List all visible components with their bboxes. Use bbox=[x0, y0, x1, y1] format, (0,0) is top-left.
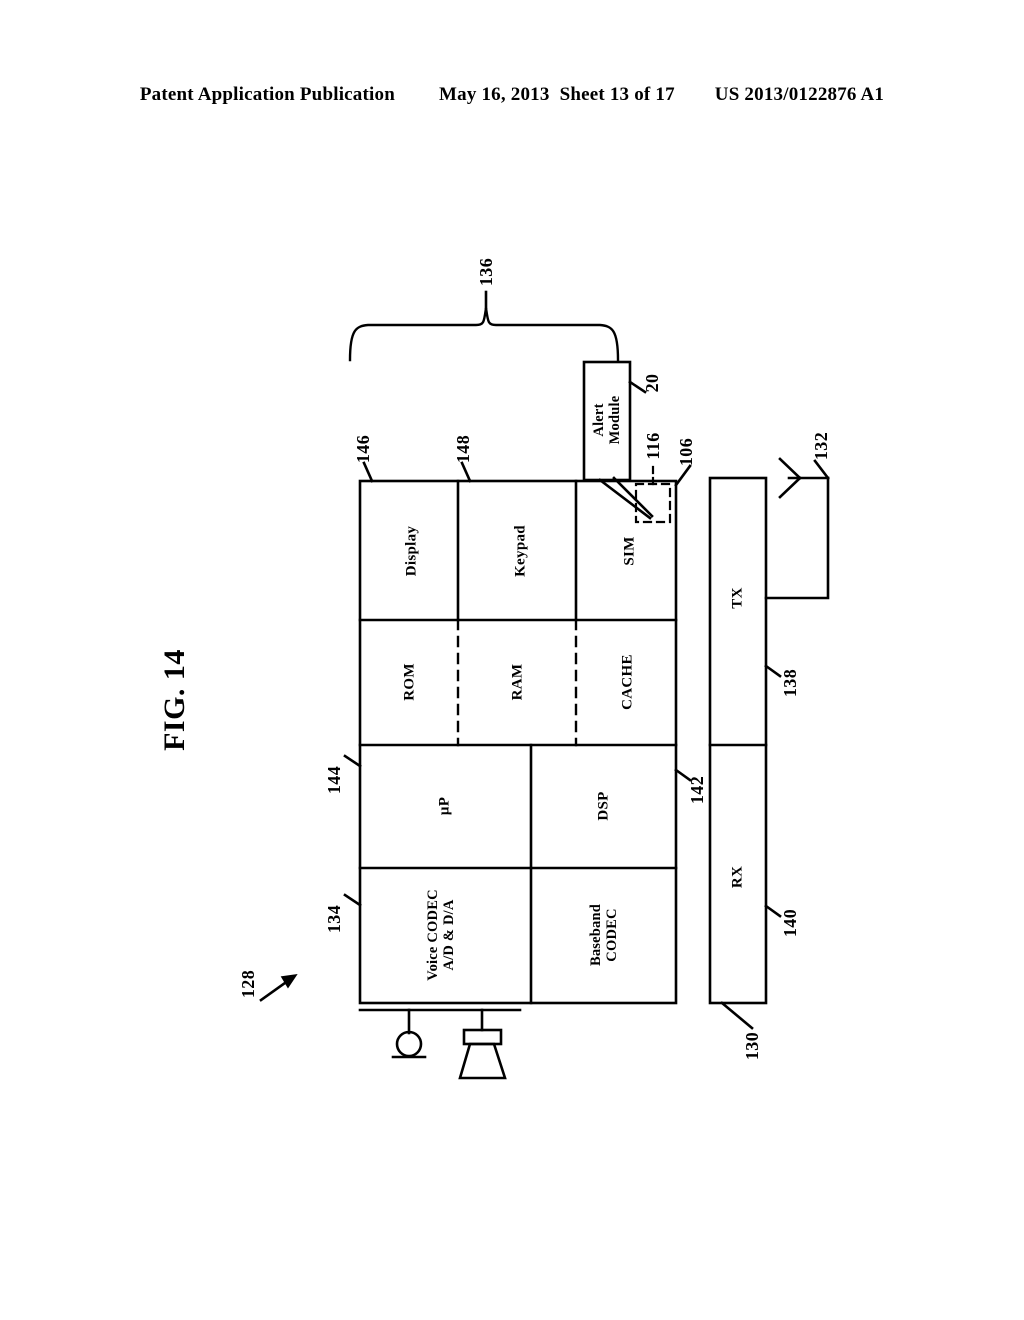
speaker-icon bbox=[458, 1008, 507, 1080]
ref-128-arrow bbox=[259, 973, 298, 1002]
block-label-voice-codec: Voice CODEC A/D & D/A bbox=[424, 889, 457, 981]
block-label-baseband-codec: Baseband CODEC bbox=[587, 903, 620, 967]
antenna-icon bbox=[778, 457, 830, 499]
leader-138 bbox=[764, 664, 782, 678]
radio-label-tx: TX bbox=[729, 587, 746, 609]
leader-148 bbox=[460, 461, 472, 483]
block-label-dsp: DSP bbox=[595, 791, 612, 821]
block-label-cache: CACHE bbox=[619, 654, 636, 710]
microphone-icon bbox=[391, 1008, 427, 1059]
ref-148: 148 bbox=[452, 434, 473, 464]
block-label-ram: RAM bbox=[509, 663, 526, 701]
alert-module-label: Alert Module bbox=[590, 395, 623, 445]
leader-144 bbox=[343, 754, 362, 768]
alert-module-pointer bbox=[598, 476, 654, 520]
bracket-136 bbox=[348, 307, 620, 362]
ref-20: 20 bbox=[641, 373, 662, 393]
ref-106: 106 bbox=[675, 437, 696, 467]
leader-134 bbox=[343, 893, 362, 907]
ref-128: 128 bbox=[237, 969, 258, 999]
ref-132: 132 bbox=[810, 431, 831, 461]
ref-134: 134 bbox=[323, 904, 344, 934]
ref-146: 146 bbox=[352, 434, 373, 464]
figure-title: FIG. 14 bbox=[158, 649, 192, 751]
ref-144: 144 bbox=[323, 765, 344, 795]
leader-132 bbox=[813, 459, 830, 480]
ref-142: 142 bbox=[686, 775, 707, 805]
block-label-rom: ROM bbox=[401, 663, 418, 701]
figure-14: FIG. 14 128 136 Voice CODEC A/D & D/A Ba… bbox=[0, 0, 1024, 1320]
ref-138: 138 bbox=[779, 668, 800, 698]
block-label-up: µP bbox=[436, 796, 453, 816]
leader-140 bbox=[764, 904, 782, 918]
leader-130 bbox=[720, 1001, 754, 1030]
ref-136: 136 bbox=[475, 257, 496, 287]
figure-linework bbox=[259, 290, 830, 1080]
leader-146 bbox=[362, 461, 374, 483]
block-label-sim: SIM bbox=[621, 536, 638, 566]
radio-label-rx: RX bbox=[729, 865, 746, 889]
block-label-display: Display bbox=[403, 525, 420, 577]
ref-130: 130 bbox=[741, 1031, 762, 1061]
radio-bar-outline bbox=[708, 476, 768, 1005]
block-label-keypad: Keypad bbox=[512, 525, 529, 577]
ref-140: 140 bbox=[779, 908, 800, 938]
ref-116: 116 bbox=[642, 432, 663, 460]
antenna-lead bbox=[764, 476, 830, 600]
leader-106 bbox=[674, 464, 692, 487]
